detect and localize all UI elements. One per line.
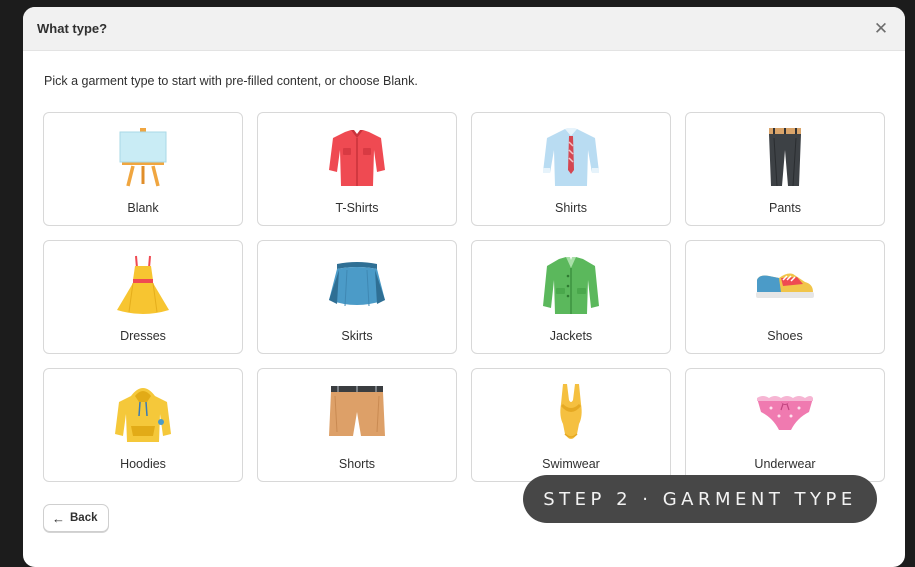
- step-indicator: STEP 2 · GARMENT TYPE: [523, 475, 877, 523]
- garment-card-label: T-Shirts: [335, 201, 379, 215]
- underwear-icon: [757, 396, 813, 430]
- garment-card-tshirts[interactable]: T-Shirts: [257, 112, 457, 226]
- arrow-left-icon: ←: [52, 510, 65, 526]
- dress-icon: [117, 255, 169, 314]
- garment-card-skirts[interactable]: Skirts: [257, 240, 457, 354]
- garment-card-shirts[interactable]: Shirts: [471, 112, 671, 226]
- skirt-icon: [329, 262, 385, 307]
- pants-icon: [769, 128, 801, 187]
- garment-card-label: Shirts: [555, 201, 587, 215]
- garment-card-label: Hoodies: [120, 457, 166, 471]
- modal-title: What type?: [37, 21, 108, 36]
- close-icon[interactable]: ✕: [871, 19, 891, 39]
- shorts-icon: [329, 386, 385, 436]
- garment-card-hoodies[interactable]: Hoodies: [43, 368, 243, 482]
- garment-card-label: Skirts: [341, 329, 373, 343]
- garment-card-dresses[interactable]: Dresses: [43, 240, 243, 354]
- garment-card-label: Underwear: [754, 457, 816, 471]
- garment-card-label: Pants: [769, 201, 801, 215]
- jacket-icon: [543, 257, 599, 314]
- shoe-icon: [756, 273, 814, 298]
- garment-grid: Blank T-Shirts Shirts Pants Dresses Skir…: [43, 112, 885, 482]
- garment-card-underwear[interactable]: Underwear: [685, 368, 885, 482]
- garment-card-shoes[interactable]: Shoes: [685, 240, 885, 354]
- hoodie-icon: [115, 388, 171, 442]
- modal-header: What type? ✕: [23, 7, 905, 51]
- garment-card-swimwear[interactable]: Swimwear: [471, 368, 671, 482]
- modal-subtitle: Pick a garment type to start with pre-fi…: [44, 74, 418, 88]
- garment-card-shorts[interactable]: Shorts: [257, 368, 457, 482]
- tshirt-icon: [329, 130, 385, 186]
- swimsuit-icon: [560, 384, 582, 439]
- garment-card-label: Shorts: [338, 457, 376, 471]
- back-button-label: Back: [70, 512, 98, 524]
- easel-icon: [119, 128, 167, 187]
- garment-card-blank[interactable]: Blank: [43, 112, 243, 226]
- garment-card-label: Blank: [127, 201, 159, 215]
- shirt-icon: [543, 128, 599, 186]
- garment-card-label: Dresses: [120, 329, 166, 343]
- garment-card-pants[interactable]: Pants: [685, 112, 885, 226]
- back-button[interactable]: ← Back: [43, 504, 109, 532]
- garment-card-jackets[interactable]: Jackets: [471, 240, 671, 354]
- garment-card-label: Shoes: [767, 329, 803, 343]
- garment-card-label: Jackets: [549, 329, 593, 343]
- garment-card-label: Swimwear: [542, 457, 600, 471]
